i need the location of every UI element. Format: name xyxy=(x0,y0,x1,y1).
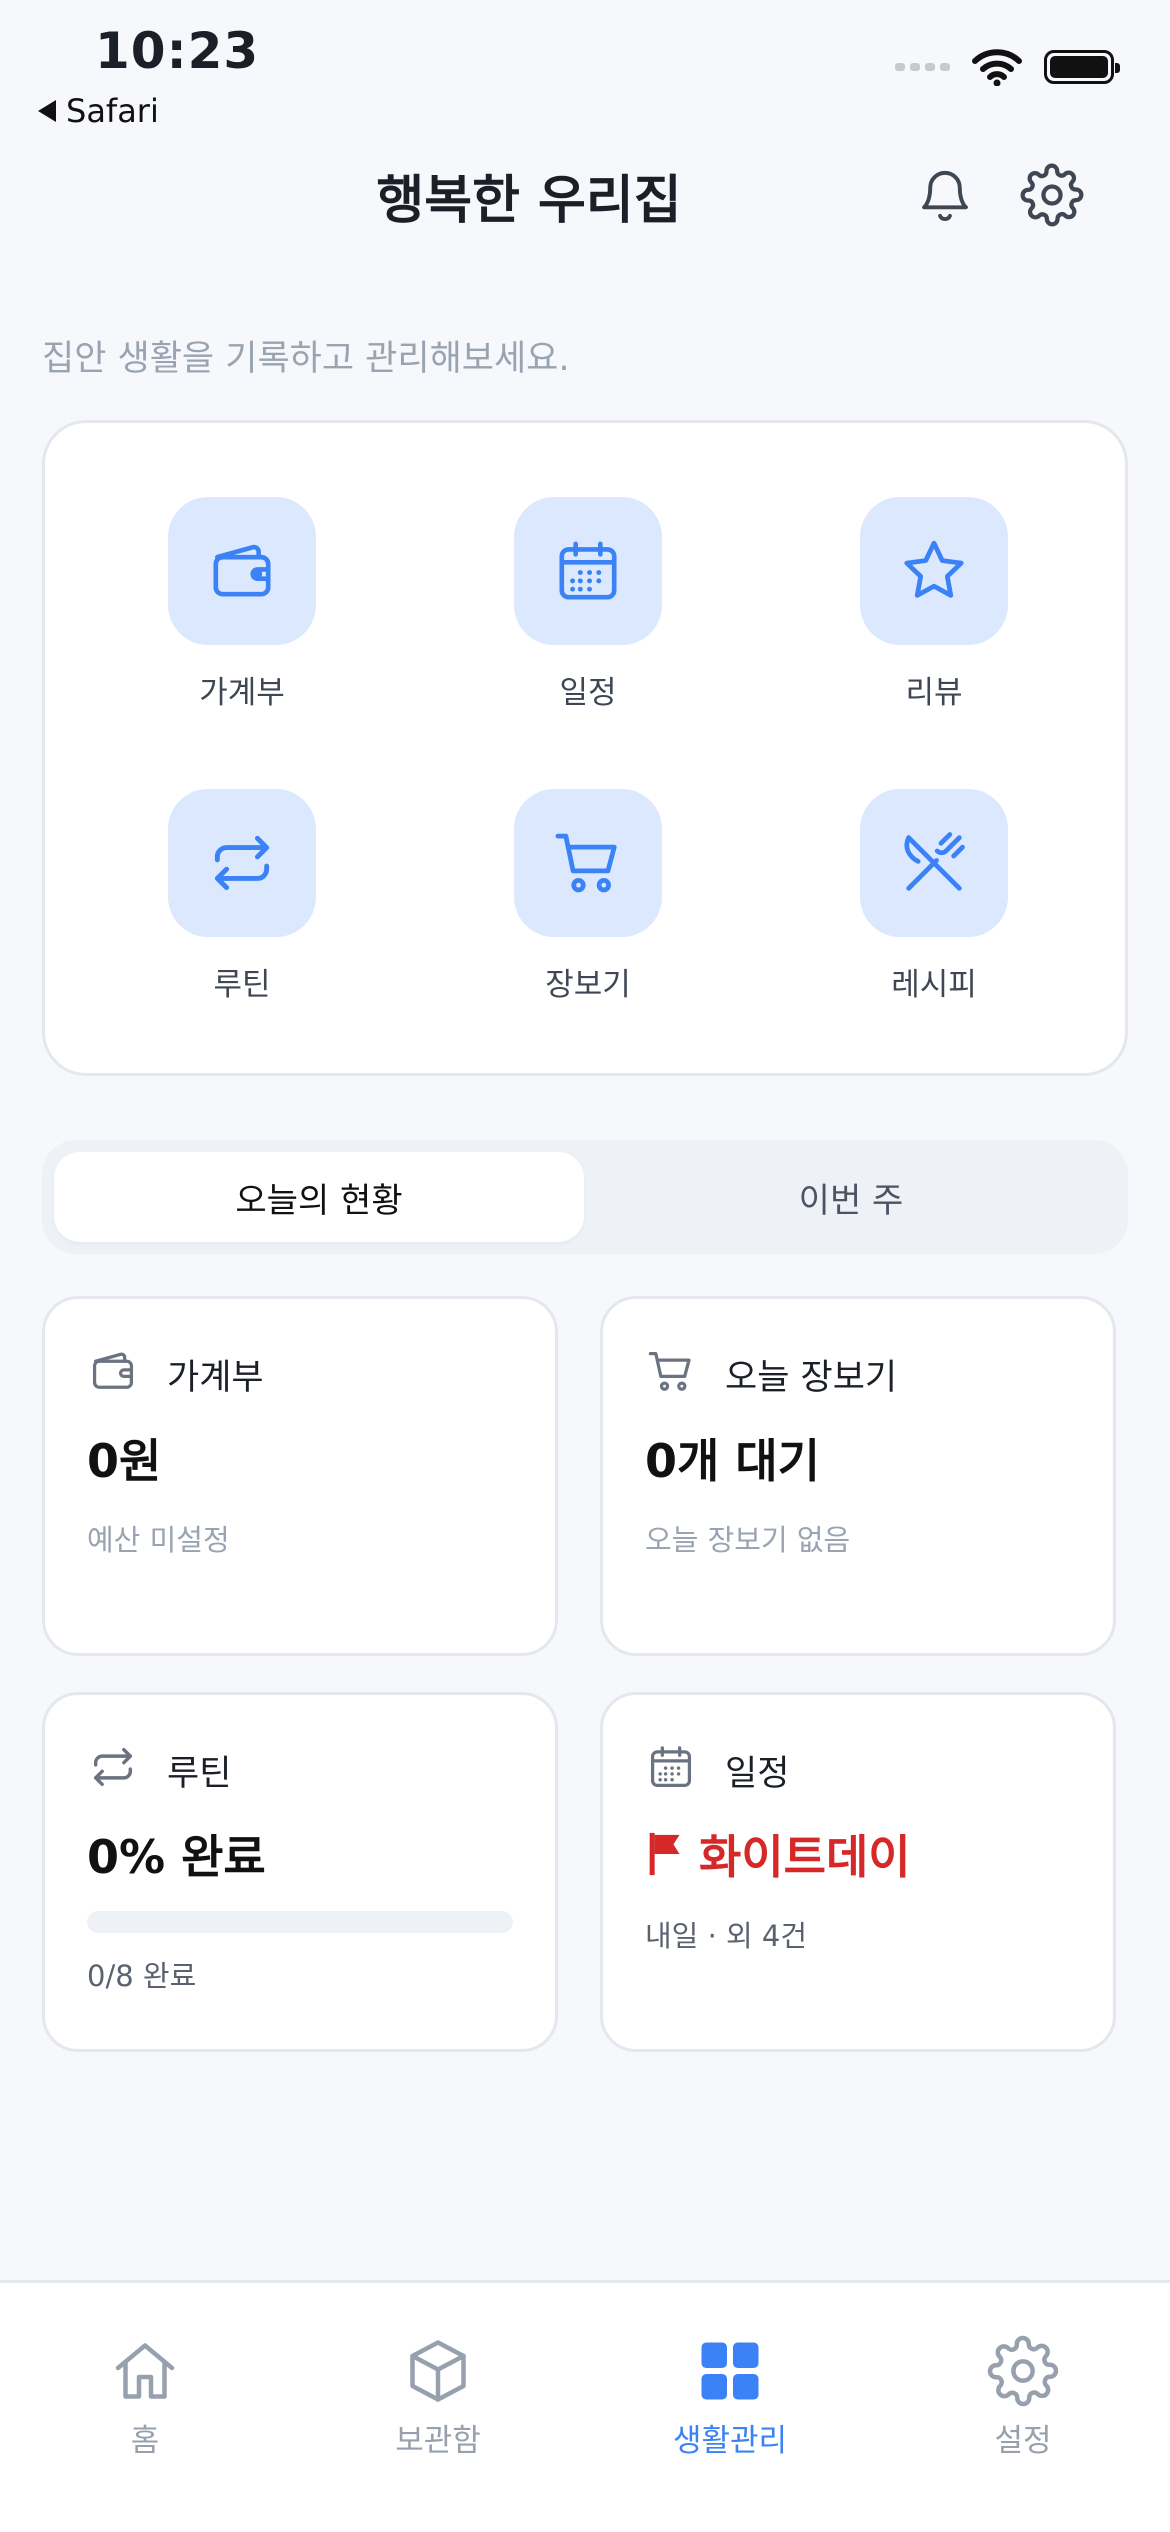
quick-menu-budget[interactable]: 가계부 xyxy=(127,497,357,712)
cart-icon xyxy=(555,833,617,893)
back-arrow-icon xyxy=(38,100,56,122)
back-label: Safari xyxy=(66,92,159,130)
tab-label: 생활관리 xyxy=(672,2423,788,2459)
page-subtitle: 집안 생활을 기록하고 관리해보세요. xyxy=(42,339,570,379)
card-subtext: 예산 미설정 xyxy=(87,1523,230,1557)
summary-card-routine[interactable]: 루틴 0% 완료 0/8 완료 xyxy=(42,1692,558,2052)
tile-label: 리뷰 xyxy=(905,675,963,711)
card-title: 오늘 장보기 xyxy=(725,1358,898,1398)
wifi-icon xyxy=(972,49,1022,86)
back-to-safari[interactable]: Safari xyxy=(38,92,159,130)
star-icon xyxy=(904,540,964,598)
tile-label: 루틴 xyxy=(213,967,271,1003)
bottom-tab-bar: 홈 보관함 생활관리 설정 xyxy=(0,2280,1170,2532)
flag-icon xyxy=(649,1832,680,1876)
card-title: 일정 xyxy=(725,1754,790,1794)
segment-this-week[interactable]: 이번 주 xyxy=(586,1152,1116,1242)
card-value: 0% 완료 xyxy=(87,1830,266,1884)
cart-icon xyxy=(648,1352,691,1391)
grid-icon xyxy=(701,2342,759,2400)
wallet-icon xyxy=(213,544,271,597)
utensils-icon xyxy=(904,832,965,891)
segment-today[interactable]: 오늘의 현황 xyxy=(54,1152,584,1242)
tile-box xyxy=(860,789,1008,937)
tile-box xyxy=(168,497,316,645)
card-value: 0개 대기 xyxy=(645,1434,820,1488)
card-subtext: 오늘 장보기 없음 xyxy=(645,1523,851,1557)
gear-icon xyxy=(987,2335,1059,2407)
repeat-icon xyxy=(214,835,270,891)
card-title: 루틴 xyxy=(167,1754,232,1794)
tab-home[interactable]: 홈 xyxy=(45,2335,245,2460)
tab-label: 설정 xyxy=(994,2423,1052,2459)
tab-life-management[interactable]: 생활관리 xyxy=(630,2335,830,2460)
summary-card-budget[interactable]: 가계부 0원 예산 미설정 xyxy=(42,1296,558,1656)
card-value: 0원 xyxy=(87,1434,162,1488)
page-title: 행복한 우리집 xyxy=(376,171,682,231)
tab-settings[interactable]: 설정 xyxy=(923,2335,1123,2460)
repeat-icon xyxy=(93,1747,133,1787)
summary-card-schedule[interactable]: 일정 화이트데이 내일 · 외 4건 xyxy=(600,1692,1116,2052)
tab-storage[interactable]: 보관함 xyxy=(338,2335,538,2460)
card-subtext: 0/8 완료 xyxy=(87,1959,197,1993)
tile-label: 장보기 xyxy=(545,967,631,1003)
tab-label: 보관함 xyxy=(395,2423,481,2459)
tile-box xyxy=(168,789,316,937)
settings-button[interactable] xyxy=(1017,160,1087,230)
box-icon xyxy=(410,2340,466,2402)
quick-menu-schedule[interactable]: 일정 xyxy=(473,497,703,712)
tab-label: 홈 xyxy=(130,2423,160,2459)
status-indicators xyxy=(895,48,1120,86)
quick-menu-shopping[interactable]: 장보기 xyxy=(473,789,703,1004)
quick-menu-recipe[interactable]: 레시피 xyxy=(819,789,1049,1004)
summary-card-shopping[interactable]: 오늘 장보기 0개 대기 오늘 장보기 없음 xyxy=(600,1296,1116,1656)
quick-menu-routine[interactable]: 루틴 xyxy=(127,789,357,1004)
status-time: 10:23 xyxy=(95,22,260,80)
calendar-icon xyxy=(559,541,617,600)
tile-label: 가계부 xyxy=(199,675,285,711)
tile-box xyxy=(514,789,662,937)
tile-box xyxy=(860,497,1008,645)
battery-icon xyxy=(1044,50,1120,84)
tile-label: 레시피 xyxy=(891,967,977,1003)
notification-button[interactable] xyxy=(910,160,980,230)
schedule-event: 화이트데이 xyxy=(645,1821,911,1887)
quick-menu-card: 가계부 일정 리뷰 루틴 장보기 레시피 xyxy=(42,420,1128,1076)
tile-box xyxy=(514,497,662,645)
period-segment: 오늘의 현황 이번 주 xyxy=(42,1140,1128,1254)
home-icon xyxy=(115,2343,175,2399)
wallet-icon xyxy=(92,1352,134,1389)
card-subtext: 내일 · 외 4건 xyxy=(645,1919,808,1953)
quick-menu-review[interactable]: 리뷰 xyxy=(819,497,1049,712)
signal-icon xyxy=(895,63,950,71)
bell-icon xyxy=(922,170,968,221)
card-title: 가계부 xyxy=(167,1358,264,1398)
calendar-icon xyxy=(650,1746,692,1788)
tile-label: 일정 xyxy=(559,675,617,711)
routine-progress-bar xyxy=(87,1911,513,1933)
schedule-event-title: 화이트데이 xyxy=(699,1830,911,1884)
gear-icon xyxy=(1020,163,1084,227)
